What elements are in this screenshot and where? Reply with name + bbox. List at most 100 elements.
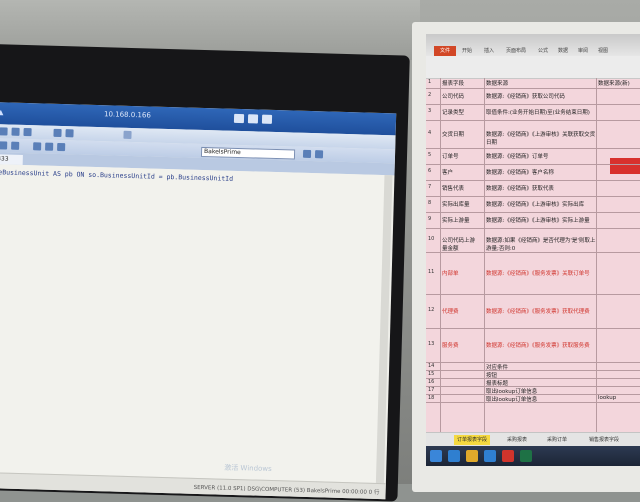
browser-icon[interactable] <box>448 450 460 462</box>
windows-taskbar <box>426 446 640 466</box>
sheet-tab[interactable]: 销售报表字段 <box>586 435 622 445</box>
row-number: 4 <box>428 130 432 136</box>
row-number: 5 <box>428 152 432 158</box>
debug-icon[interactable] <box>45 142 54 151</box>
monitor-bezel: 文件 开始 插入 页面布局 公式 数据 审阅 视图 1 报表字段 数据来源 数据来源(… <box>412 22 640 492</box>
cell-field: 代理费 <box>442 309 459 315</box>
table-row[interactable]: 18 取出lookup订单信息 lookup <box>426 394 640 403</box>
ribbon-tab[interactable]: 页面布局 <box>506 47 526 54</box>
ribbon-tab[interactable]: 开始 <box>462 47 472 54</box>
open-icon[interactable] <box>11 127 20 136</box>
save-icon[interactable] <box>23 127 32 137</box>
remote-host-label: 10.168.0.166 <box>103 110 151 120</box>
table-row[interactable]: 2 公司代码 数据源:《经销商》获取公司代码 <box>426 88 640 105</box>
ribbon-tab[interactable]: 数据 <box>558 47 568 54</box>
sheet-tab[interactable]: 采购订单 <box>544 435 570 445</box>
row-number: 10 <box>428 236 435 242</box>
cell-source: 数据源:《经销商》获取代表 <box>486 186 554 192</box>
cell-field: 报表字段 <box>442 81 465 87</box>
spreadsheet-grid[interactable]: 1 报表字段 数据来源 数据来源(新) 2 公司代码 数据源:《经销商》获取公司代码 3 记录类… <box>426 78 640 432</box>
minimize-button[interactable] <box>233 113 245 124</box>
file-tab[interactable]: 文件 <box>434 46 456 56</box>
folder-icon[interactable] <box>466 450 478 462</box>
ie-icon[interactable] <box>484 450 496 462</box>
laptop-bezel: ▲ 10.168.0.166 BakelsPrime B33 geBusines… <box>0 44 410 502</box>
maximize-button[interactable] <box>247 114 259 124</box>
cell-source: 数据源:《经销商》《上游审核》关联获取交货日期 <box>486 132 596 146</box>
table-row[interactable]: 3 记录类型 取值条件:(业务开始日期)至(业务结束日期) <box>426 104 640 121</box>
results-icon[interactable] <box>314 150 324 159</box>
ribbon-body <box>426 56 640 79</box>
undo-icon[interactable] <box>53 128 62 138</box>
cell-field: 客户 <box>442 170 454 176</box>
activation-watermark: 激活 Windows <box>224 463 272 474</box>
sheet-tab[interactable]: 采购报表 <box>504 435 530 445</box>
cell-source: 数据来源 <box>486 81 509 87</box>
stop-icon[interactable] <box>57 142 66 152</box>
row-number: 16 <box>428 379 435 385</box>
row-number: 1 <box>428 79 432 85</box>
search-box[interactable] <box>123 130 132 139</box>
table-row[interactable]: 10 公司代码上游量金额 数据源:如果《经销商》是否代理为'是'则取上游量;否则:0 <box>426 228 640 253</box>
cell-source: 取值条件:(业务开始日期)至(业务结束日期) <box>486 110 590 116</box>
execute-icon[interactable] <box>33 142 42 151</box>
cell-field: 实际出库量 <box>442 202 470 208</box>
disconnect-icon[interactable] <box>11 141 20 150</box>
connect-icon[interactable] <box>0 141 8 150</box>
row-number: 17 <box>428 387 435 393</box>
close-button[interactable] <box>261 114 273 124</box>
cell-field: 公司代码 <box>442 94 465 100</box>
query-editor[interactable]: geBusinessUnit AS pb ON so.BusinessUnitI… <box>0 164 385 483</box>
ribbon-tab[interactable]: 审阅 <box>578 47 588 54</box>
ribbon-tab-bar: 文件 开始 插入 页面布局 公式 数据 审阅 视图 <box>426 34 640 56</box>
table-row[interactable]: 6 客户 数据源:《经销商》客户名称 <box>426 164 640 181</box>
cell-source: 数据源:《经销商》《上游审核》实际出库 <box>486 202 585 208</box>
row-number: 15 <box>428 371 435 377</box>
parse-icon[interactable] <box>302 149 312 159</box>
start-icon[interactable] <box>430 450 442 462</box>
table-row[interactable]: 4 交货日期 数据源:《经销商》《上游审核》关联获取交货日期 <box>426 120 640 149</box>
cell-source-new: 数据来源(新) <box>598 81 630 87</box>
row-number: 8 <box>428 200 432 206</box>
row-number: 13 <box>428 341 435 347</box>
excel-icon[interactable] <box>520 450 532 462</box>
table-row[interactable]: 7 销售代表 数据源:《经销商》获取代表 <box>426 180 640 197</box>
cell-field: 服务费 <box>442 343 459 349</box>
table-row[interactable]: 5 订单号 数据源:《经销商》订单号 <box>426 148 640 165</box>
table-row[interactable]: 13 服务费 数据源:《经销商》《服务发票》获取服务费 <box>426 328 640 363</box>
cell-source: 数据源:《经销商》《服务发票》关联订单号 <box>486 271 590 277</box>
ribbon-tab[interactable]: 公式 <box>538 47 548 54</box>
cell-field: 公司代码上游量金额 <box>442 238 476 252</box>
table-row[interactable]: 11 内部单 数据源:《经销商》《服务发票》关联订单号 <box>426 252 640 295</box>
cell-source-new: lookup <box>598 395 617 401</box>
new-query-icon[interactable] <box>0 127 8 136</box>
ribbon-tab[interactable]: 视图 <box>598 47 608 54</box>
cell-field: 实际上游量 <box>442 218 470 224</box>
table-row[interactable]: 12 代理费 数据源:《经销商》《服务发票》获取代理费 <box>426 294 640 329</box>
cell-source: 数据源:《经销商》《上游审核》实际上游量 <box>486 218 590 224</box>
cell-field: 内部单 <box>442 271 459 277</box>
row-number: 9 <box>428 216 432 222</box>
cell-source: 取出lookup订单信息 <box>486 397 538 403</box>
sheet-tab-active[interactable]: 订单报表字段 <box>454 435 491 445</box>
row-number: 3 <box>428 108 432 114</box>
row-number: 11 <box>428 269 435 275</box>
row-number: 6 <box>428 168 432 174</box>
tab-query[interactable]: B33 <box>0 154 23 165</box>
sheet-tabs: 订单报表字段 采购报表 采购订单 销售报表字段 <box>426 432 640 447</box>
cell-field: 记录类型 <box>442 110 465 116</box>
row-number: 7 <box>428 184 432 190</box>
table-row[interactable]: 9 实际上游量 数据源:《经销商》《上游审核》实际上游量 <box>426 212 640 229</box>
laptop-screen: ▲ 10.168.0.166 BakelsPrime B33 geBusines… <box>0 102 397 500</box>
pin-icon[interactable]: ▲ <box>0 108 4 116</box>
ribbon-tab[interactable]: 插入 <box>484 47 494 54</box>
redo-icon[interactable] <box>65 129 74 138</box>
row-number: 12 <box>428 307 435 313</box>
app-icon[interactable] <box>502 450 514 462</box>
table-row[interactable]: 8 实际出库量 数据源:《经销商》《上游审核》实际出库 <box>426 196 640 213</box>
sql-code-line: geBusinessUnit AS pb ON so.BusinessUnitI… <box>0 168 234 183</box>
cell-source: 数据源:《经销商》订单号 <box>486 154 549 160</box>
cell-source: 数据源:《经销商》获取公司代码 <box>486 94 565 100</box>
cell-source: 数据源:《经销商》《服务发票》获取服务费 <box>486 343 590 349</box>
row-number: 18 <box>428 395 435 401</box>
